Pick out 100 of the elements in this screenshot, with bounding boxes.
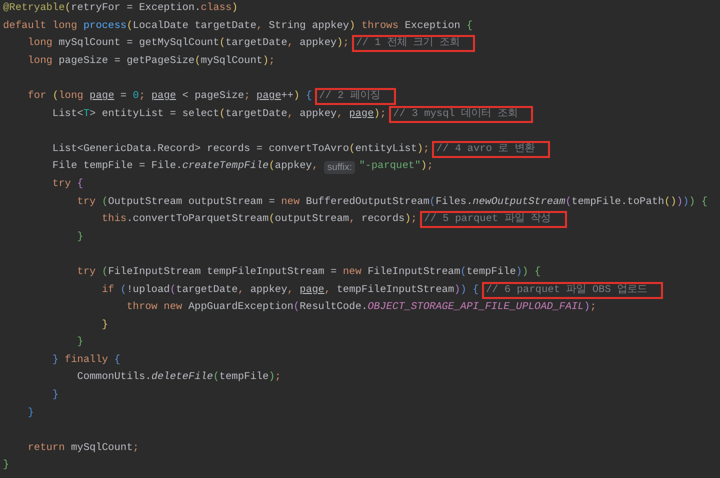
- code-bracket: ): [584, 300, 590, 316]
- code-punctuation: ,: [287, 282, 294, 298]
- code-bracket: ): [336, 36, 343, 52]
- code-text: pageSize = getPageSize: [58, 54, 195, 69]
- code-bracket: {: [77, 176, 84, 192]
- code-text: !upload: [126, 282, 170, 298]
- code-text: ++: [281, 88, 294, 104]
- code-text: CommonUtils.: [76, 370, 152, 386]
- number-literal: 0: [132, 88, 139, 104]
- code-text: outputStream: [274, 212, 350, 228]
- code-text: mySqlCount = getMySqlCount: [58, 36, 220, 52]
- code-bracket: ): [232, 1, 238, 16]
- code-text: File tempFile = File.: [51, 159, 182, 174]
- code-punctuation: ;: [268, 54, 275, 69]
- code-keyword: finally: [64, 352, 110, 368]
- code-text: entityList: [355, 142, 418, 157]
- code-bracket: (: [102, 194, 108, 210]
- code-bracket: }: [100, 318, 108, 333]
- code-punctuation: ,: [336, 106, 344, 122]
- code-punctuation: ,: [324, 282, 332, 298]
- code-bracket: ): [516, 264, 522, 280]
- code-bracket: ): [417, 142, 424, 157]
- code-text: appkey: [300, 106, 337, 122]
- code-bracket: (: [268, 212, 275, 228]
- string-literal: "-parquet": [358, 159, 421, 174]
- code-text: List<: [51, 106, 84, 122]
- code-bracket: {: [700, 194, 708, 210]
- code-text: mySqlCount: [200, 54, 263, 69]
- code-punctuation: ;: [132, 440, 139, 456]
- parameter-hint: suffix:: [324, 160, 355, 174]
- code-text: String appkey: [268, 18, 350, 34]
- code-bracket: (: [213, 370, 220, 386]
- code-punctuation: ,: [349, 212, 356, 228]
- code-punctuation: ,: [312, 159, 320, 174]
- code-bracket: (: [219, 36, 226, 52]
- code-keyword: for: [26, 88, 48, 104]
- code-bracket: ): [522, 264, 528, 280]
- code-text: FileInputStream tempFileInputStream =: [108, 264, 338, 280]
- code-text: Files.: [436, 194, 473, 210]
- code-punctuation: ;: [342, 36, 350, 52]
- code-bracket: (): [664, 194, 677, 210]
- code-comment: // 5 parquet 파일 작성: [420, 211, 567, 228]
- code-text: .convertToParquetStream: [126, 212, 269, 228]
- code-punctuation: ;: [274, 370, 282, 386]
- code-text: appkey: [250, 282, 288, 298]
- code-comment: // 2 페이징: [315, 88, 396, 106]
- code-keyword: try: [76, 194, 97, 210]
- code-text: tempFile: [219, 370, 269, 386]
- code-text: tempFile: [466, 264, 516, 280]
- code-text: List<GenericData.Record> records = convertToAvro: [51, 142, 350, 157]
- code-bracket: }: [26, 406, 34, 421]
- code-punctuation: ;: [426, 159, 434, 174]
- code-bracket: {: [472, 282, 479, 298]
- code-keyword: throws: [360, 18, 400, 34]
- code-text: targetDate: [225, 106, 288, 122]
- code-punctuation: ,: [287, 106, 294, 122]
- code-bracket: ): [682, 194, 689, 210]
- code-bracket: (: [120, 282, 127, 298]
- code-keyword: if: [100, 282, 116, 298]
- code-bracket: ): [404, 212, 411, 228]
- code-bracket: }: [76, 335, 84, 350]
- code-bracket: (: [64, 1, 71, 16]
- code-text: FileInputStream: [368, 264, 460, 280]
- variable-name: page: [90, 88, 114, 104]
- code-bracket: (: [102, 264, 108, 280]
- static-method-name: createTempFile: [182, 159, 269, 174]
- code-keyword: new: [281, 194, 301, 210]
- variable-name: page: [151, 88, 176, 104]
- code-text: OutputStream outputStream =: [108, 194, 276, 210]
- code-bracket: ): [268, 370, 275, 386]
- code-text: mySqlCount: [70, 440, 133, 456]
- code-bracket: }: [51, 388, 59, 404]
- code-bracket: {: [304, 88, 312, 104]
- code-bracket: ): [420, 159, 427, 174]
- code-punctuation: ,: [287, 36, 294, 52]
- code-bracket: {: [466, 18, 473, 34]
- code-bracket: (: [219, 106, 226, 122]
- code-bracket: ): [374, 106, 380, 122]
- code-punctuation: ;: [244, 88, 252, 104]
- code-keyword: return: [26, 440, 66, 456]
- code-punctuation: ;: [410, 212, 418, 228]
- constant-name: OBJECT_STORAGE_API_FILE_UPLOAD_FAIL: [368, 300, 584, 316]
- variable-name: page: [300, 282, 324, 298]
- code-text: > entityList = select: [90, 106, 220, 122]
- variable-name: page: [256, 88, 282, 104]
- code-bracket: }: [51, 352, 60, 368]
- code-text: BufferedOutputStream: [306, 194, 430, 210]
- code-bracket: ): [460, 282, 466, 298]
- code-bracket: (: [293, 300, 300, 316]
- code-text: AppGuardException: [188, 300, 294, 316]
- code-bracket: (: [170, 282, 176, 298]
- code-keyword: new: [342, 264, 362, 280]
- code-bracket: (: [52, 88, 59, 104]
- code-punctuation: ;: [380, 106, 386, 122]
- code-bracket: ): [676, 194, 683, 210]
- code-text: targetDate: [176, 282, 238, 298]
- code-bracket: (: [194, 54, 201, 69]
- code-text: Exception: [404, 18, 462, 34]
- code-punctuation: ;: [138, 88, 146, 104]
- code-keyword: long: [26, 36, 54, 52]
